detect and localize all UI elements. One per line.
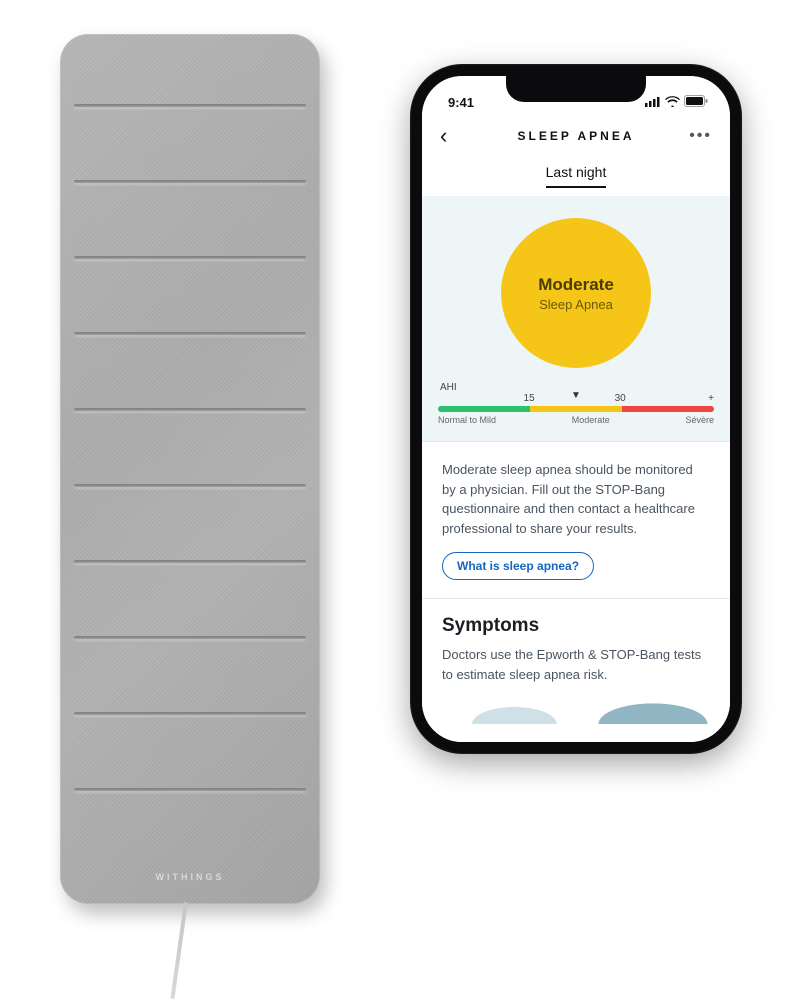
battery-icon bbox=[684, 95, 708, 110]
tab-last-night[interactable]: Last night bbox=[546, 164, 607, 188]
ahi-seg-mild bbox=[438, 406, 530, 412]
wifi-icon bbox=[665, 95, 680, 110]
ahi-scale-bar bbox=[438, 406, 714, 412]
hero-panel: Moderate Sleep Apnea AHI 15 ▼ 30 + bbox=[422, 196, 730, 442]
ahi-metric-label: AHI bbox=[440, 382, 457, 393]
severity-level: Moderate bbox=[538, 275, 614, 295]
phone-frame: 9:41 ‹ SLEEP APNEA ••• Last night bbox=[410, 64, 742, 754]
ahi-label-mild: Normal to Mild bbox=[438, 415, 496, 425]
what-is-sleep-apnea-button[interactable]: What is sleep apnea? bbox=[442, 552, 594, 580]
severity-subtitle: Sleep Apnea bbox=[539, 297, 613, 312]
status-time: 9:41 bbox=[448, 95, 474, 110]
phone-notch bbox=[506, 76, 646, 102]
app-header: ‹ SLEEP APNEA ••• Last night bbox=[422, 112, 730, 196]
ahi-tick-30: 30 bbox=[615, 393, 626, 404]
sleep-mat-device: WITHINGS bbox=[60, 34, 320, 904]
more-button[interactable]: ••• bbox=[688, 127, 712, 145]
ahi-label-moderate: Moderate bbox=[572, 415, 610, 425]
phone-screen: 9:41 ‹ SLEEP APNEA ••• Last night bbox=[422, 76, 730, 742]
mat-cable bbox=[170, 902, 188, 1000]
advice-text: Moderate sleep apnea should be monitored… bbox=[442, 460, 710, 538]
mat-ridges bbox=[60, 34, 320, 904]
ahi-seg-severe bbox=[622, 406, 714, 412]
ahi-marker-icon: ▼ bbox=[571, 390, 581, 401]
signal-icon bbox=[645, 95, 661, 110]
back-button[interactable]: ‹ bbox=[440, 125, 464, 147]
ahi-label-severe: Sévère bbox=[685, 415, 714, 425]
decorative-wave bbox=[422, 694, 730, 724]
screen-title: SLEEP APNEA bbox=[517, 129, 634, 143]
severity-circle: Moderate Sleep Apnea bbox=[501, 218, 651, 368]
section-divider bbox=[422, 598, 730, 599]
mat-brand-label: WITHINGS bbox=[60, 872, 320, 882]
body-panel: Moderate sleep apnea should be monitored… bbox=[422, 442, 730, 742]
ahi-tick-15: 15 bbox=[524, 393, 535, 404]
symptoms-heading: Symptoms bbox=[442, 615, 710, 637]
symptoms-text: Doctors use the Epworth & STOP-Bang test… bbox=[442, 645, 710, 684]
ahi-scale: AHI 15 ▼ 30 + Normal to Mild Moderate bbox=[438, 382, 714, 425]
ahi-seg-moderate bbox=[530, 406, 622, 412]
ahi-tick-plus: + bbox=[708, 393, 714, 404]
